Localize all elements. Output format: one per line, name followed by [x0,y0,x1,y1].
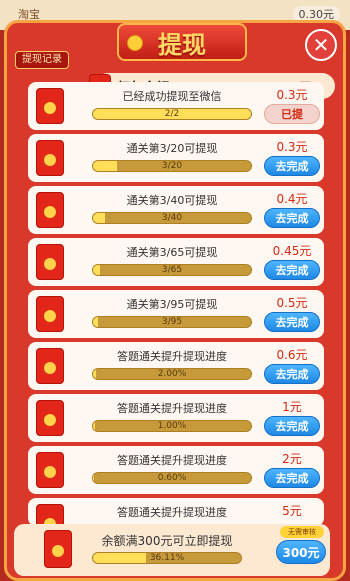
task-label: 通关第3/40可提现 [126,194,218,207]
task-progress-bar: 2.00% [92,368,252,380]
close-icon: ✕ [312,33,330,57]
task-amount: 0.4元 [276,192,308,206]
task-item: 答题通关提升提现进度 1.00% 1元 去完成 [28,394,324,442]
task-label: 通关第3/20可提现 [126,142,218,155]
go-complete-button[interactable]: 去完成 [264,312,320,332]
task-amount: 0.3元 [276,140,308,154]
red-envelope-icon [36,192,64,228]
task-progress-bar: 3/95 [92,316,252,328]
go-complete-button[interactable]: 去完成 [264,156,320,176]
progress-text: 2/2 [164,109,180,119]
bottom-progress-bar: 36.11% [92,552,242,564]
withdraw-record-tab[interactable]: 提现记录 [15,51,69,69]
task-item: 通关第3/20可提现 3/20 0.3元 去完成 [28,134,324,182]
task-amount: 0.45元 [272,244,312,258]
task-item: 答题通关提升提现进度 5元 [28,498,324,526]
task-label: 已经成功提现至微信 [122,90,222,103]
red-envelope-icon [36,452,64,488]
task-item: 通关第3/95可提现 3/95 0.5元 去完成 [28,290,324,338]
task-label: 答题通关提升提现进度 [117,454,227,467]
progress-text: 3/40 [161,213,183,223]
task-item: 通关第3/40可提现 3/40 0.4元 去完成 [28,186,324,234]
withdrawn-button[interactable]: 已提 [264,104,320,124]
go-complete-button[interactable]: 去完成 [264,364,320,384]
task-amount: 5元 [282,504,302,518]
red-envelope-icon [36,88,64,124]
red-envelope-icon [36,296,64,332]
bottom-withdraw-card: 余额满300元可立即提现 36.11% 无需审核 300元 [14,524,330,576]
progress-text: 3/20 [161,161,183,171]
task-label: 通关第3/65可提现 [126,246,218,259]
coin-icon [127,35,143,51]
task-label: 通关第3/95可提现 [126,298,218,311]
go-complete-button[interactable]: 去完成 [264,416,320,436]
task-label: 答题通关提升提现进度 [117,402,227,415]
progress-text: 3/65 [161,265,183,275]
progress-text: 2.00% [157,369,187,379]
red-envelope-icon [36,244,64,280]
task-progress-bar: 3/65 [92,264,252,276]
task-progress-bar: 3/20 [92,160,252,172]
task-list: 已经成功提现至微信 2/2 0.3元 已提 通关第3/20可提现 3/20 0.… [28,82,324,530]
progress-text: 3/95 [161,317,183,327]
task-label: 答题通关提升提现进度 [117,506,227,519]
task-item: 通关第3/65可提现 3/65 0.45元 去完成 [28,238,324,286]
withdraw-300-button[interactable]: 300元 [276,540,326,564]
task-item: 已经成功提现至微信 2/2 0.3元 已提 [28,82,324,130]
task-amount: 0.3元 [276,88,308,102]
go-complete-button[interactable]: 去完成 [264,260,320,280]
task-progress-bar: 1.00% [92,420,252,432]
close-button[interactable]: ✕ [305,29,337,61]
red-envelope-icon [36,400,64,436]
task-amount: 0.5元 [276,296,308,310]
red-envelope-icon [36,504,64,526]
task-progress-bar: 2/2 [92,108,252,120]
go-complete-button[interactable]: 去完成 [264,208,320,228]
go-complete-button[interactable]: 去完成 [264,468,320,488]
title-banner: 提现 [117,23,247,61]
no-review-badge: 无需审核 [280,526,324,538]
bottom-label: 余额满300元可立即提现 [101,534,233,548]
red-envelope-icon [44,530,72,568]
progress-text: 1.00% [157,421,187,431]
task-progress-bar: 3/40 [92,212,252,224]
task-amount: 1元 [282,400,302,414]
task-progress-bar: 0.60% [92,472,252,484]
task-amount: 2元 [282,452,302,466]
progress-text: 36.11% [149,553,185,563]
task-item: 答题通关提升提现进度 2.00% 0.6元 去完成 [28,342,324,390]
red-envelope-icon [36,348,64,384]
progress-text: 0.60% [157,473,187,483]
page-title: 提现 [158,30,206,59]
task-item: 答题通关提升提现进度 0.60% 2元 去完成 [28,446,324,494]
red-envelope-icon [36,140,64,176]
task-label: 答题通关提升提现进度 [117,350,227,363]
task-amount: 0.6元 [276,348,308,362]
